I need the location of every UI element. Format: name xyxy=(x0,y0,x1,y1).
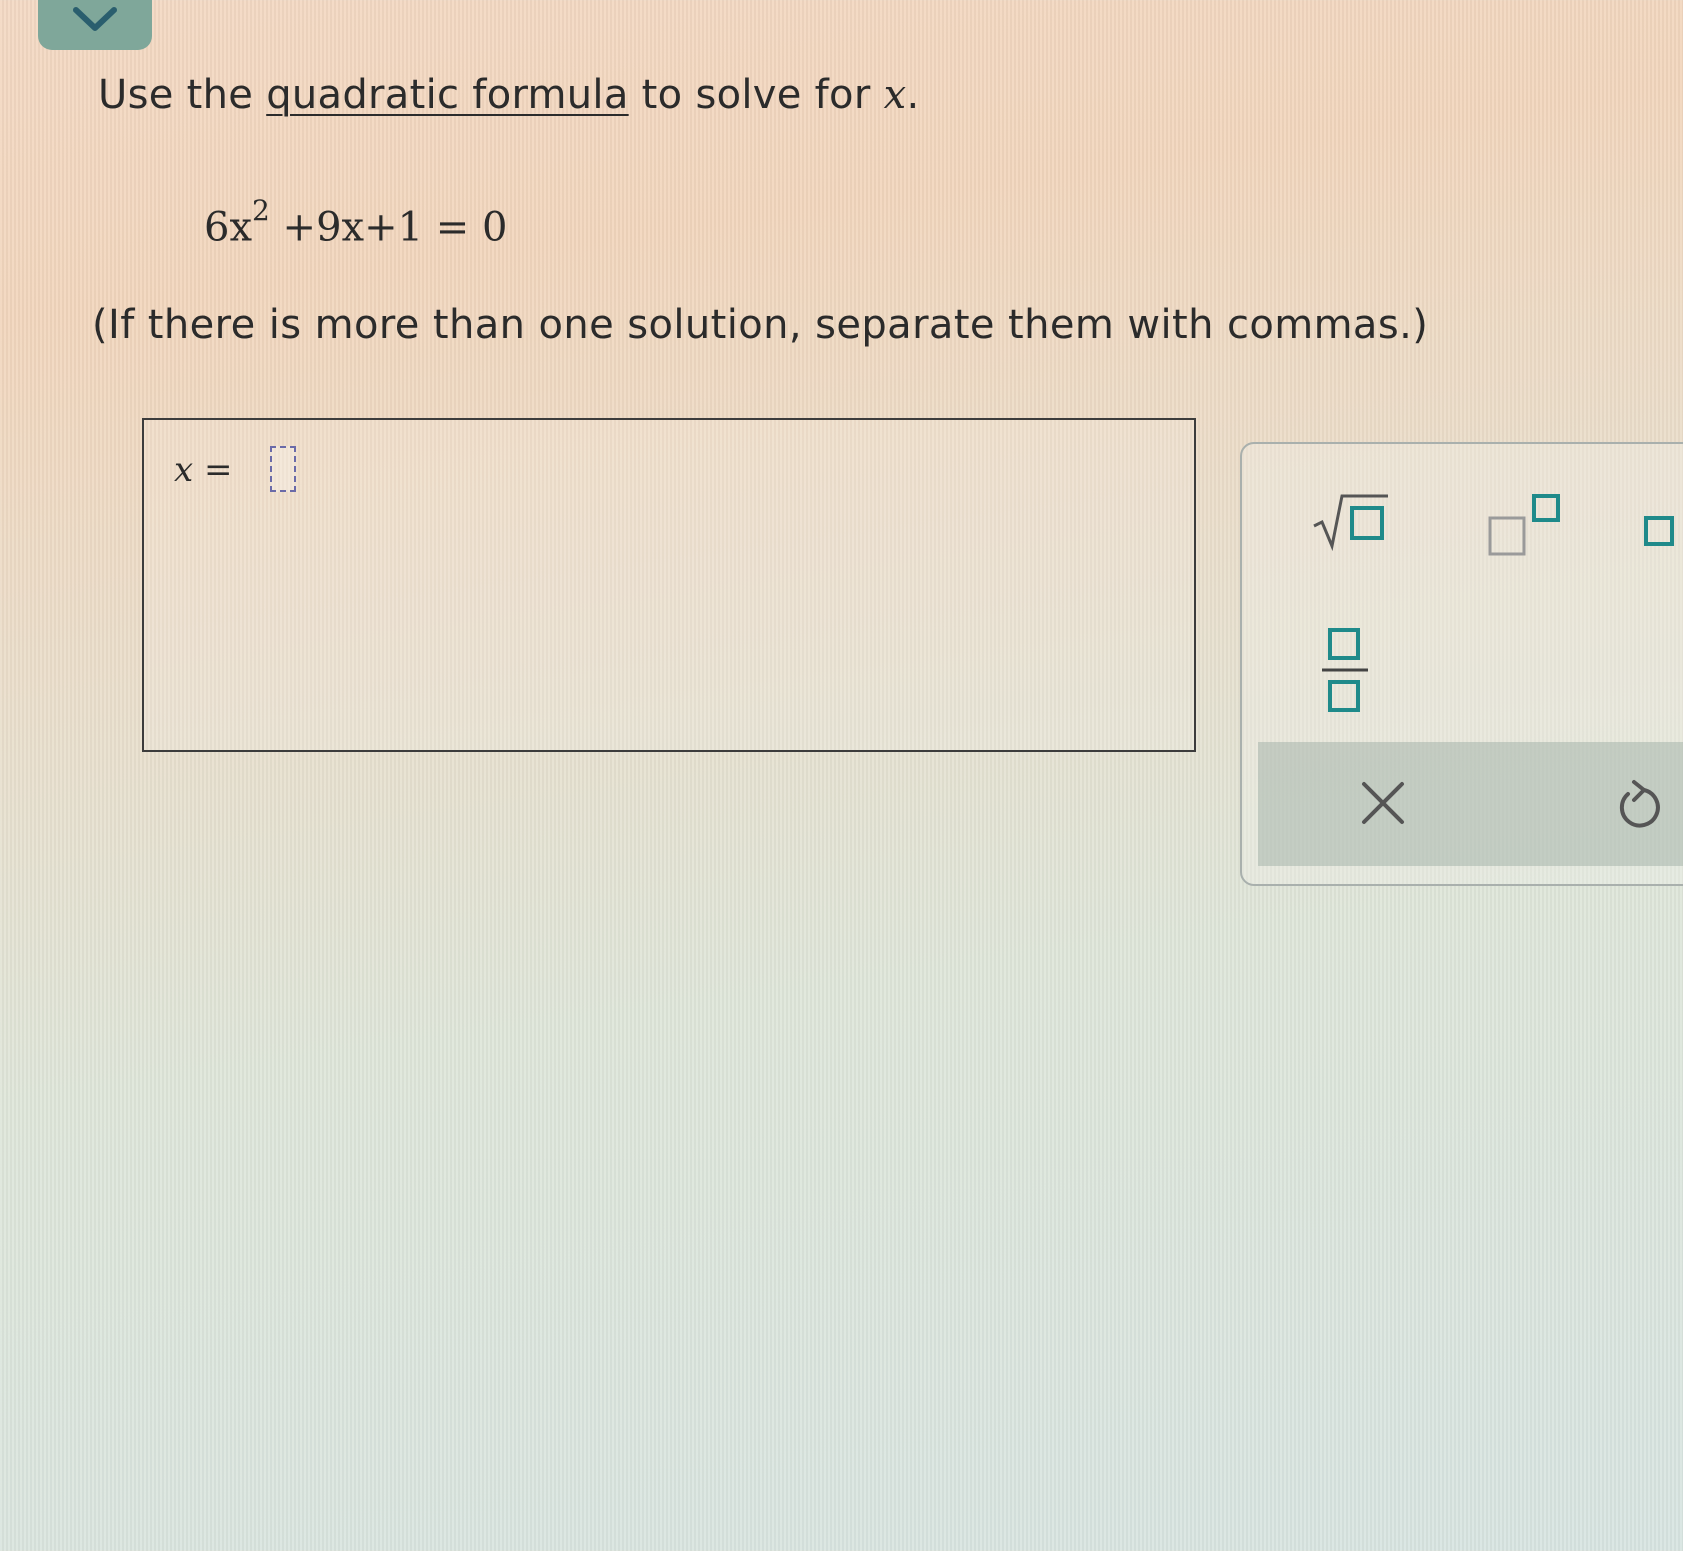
question-end: . xyxy=(906,72,920,118)
collapse-button[interactable] xyxy=(38,0,152,50)
answer-equals: = xyxy=(193,450,233,490)
chevron-down-icon xyxy=(73,7,117,31)
undo-icon xyxy=(1619,780,1660,828)
close-icon xyxy=(1362,782,1404,824)
answer-variable: x xyxy=(174,450,194,490)
answer-area[interactable]: x = xyxy=(142,418,1196,752)
question-variable: x xyxy=(883,72,907,118)
answer-input[interactable] xyxy=(270,446,296,492)
undo-button[interactable] xyxy=(1614,778,1664,838)
sqrt-icon xyxy=(1313,494,1388,552)
equation-exponent: 2 xyxy=(252,194,270,227)
subscript-icon xyxy=(1644,516,1674,546)
question-prefix: Use the xyxy=(98,72,267,118)
fraction-icon xyxy=(1322,628,1368,712)
toolbar-footer xyxy=(1258,742,1683,866)
math-toolbar xyxy=(1240,442,1683,886)
fraction-button[interactable] xyxy=(1320,624,1370,724)
subscript-button[interactable] xyxy=(1642,514,1682,558)
clear-button[interactable] xyxy=(1358,778,1408,832)
answer-label: x = xyxy=(174,450,232,490)
equation-rest: +9x+1 = 0 xyxy=(269,204,508,251)
question-text: Use the quadratic formula to solve for x… xyxy=(98,72,919,118)
exponent-icon xyxy=(1488,494,1560,556)
exponent-button[interactable] xyxy=(1486,492,1564,562)
sqrt-button[interactable] xyxy=(1312,492,1390,556)
instruction-text: (If there is more than one solution, sep… xyxy=(92,302,1429,348)
equation-term-a: 6x xyxy=(204,204,253,251)
quadratic-formula-link[interactable]: quadratic formula xyxy=(266,72,628,118)
question-suffix: to solve for xyxy=(628,72,884,118)
equation: 6x2 +9x+1 = 0 xyxy=(204,194,508,251)
